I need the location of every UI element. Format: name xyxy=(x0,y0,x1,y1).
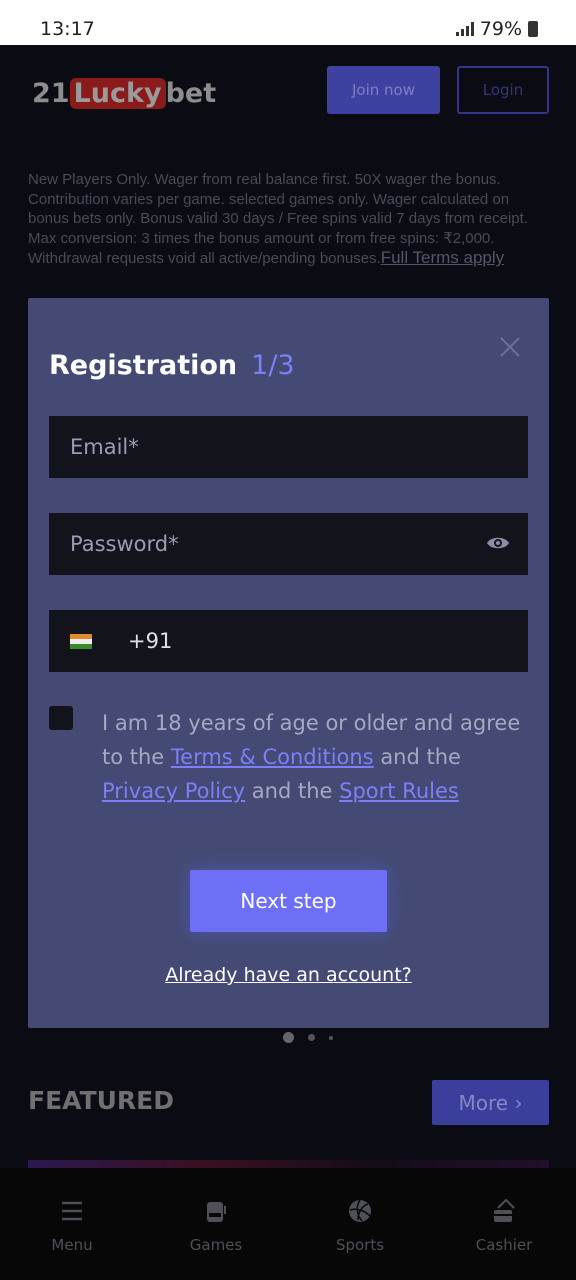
eye-icon[interactable] xyxy=(486,535,510,551)
age-checkbox[interactable] xyxy=(49,706,73,730)
terms-link[interactable]: Terms & Conditions xyxy=(171,745,374,769)
carousel-dots xyxy=(283,1032,333,1043)
volleyball-icon xyxy=(349,1199,371,1222)
nav-sports[interactable]: Sports xyxy=(288,1168,432,1280)
email-placeholder: Email* xyxy=(70,435,139,459)
battery-icon xyxy=(528,21,538,37)
logo[interactable]: 21 Lucky bet xyxy=(32,78,216,109)
full-terms-link[interactable]: Full Terms apply xyxy=(381,248,504,267)
menu-icon xyxy=(62,1201,82,1221)
next-step-button[interactable]: Next step xyxy=(190,870,387,932)
phone-field[interactable]: +91 xyxy=(49,610,528,672)
nav-label: Cashier xyxy=(475,1236,533,1254)
agree-text: I am 18 years of age or older and agree … xyxy=(102,706,532,808)
nav-menu[interactable]: Menu xyxy=(0,1168,144,1280)
sport-rules-link[interactable]: Sport Rules xyxy=(339,779,459,803)
nav-label: Menu xyxy=(51,1236,93,1254)
slot-machine-icon xyxy=(207,1202,226,1222)
email-field[interactable]: Email* xyxy=(49,416,528,478)
battery-level: 79% xyxy=(479,18,522,40)
join-now-button[interactable]: Join now xyxy=(327,66,440,114)
logo-part: 21 xyxy=(32,78,70,109)
status-time: 13:17 xyxy=(40,18,95,40)
bottom-nav: Menu Games Sports Cashier xyxy=(0,1168,576,1280)
modal-title: Registration 1/3 xyxy=(49,350,295,381)
phone-code: +91 xyxy=(128,629,173,653)
wallet-card-icon xyxy=(494,1198,515,1222)
status-bar: 13:17 79% xyxy=(0,0,576,45)
nav-games[interactable]: Games xyxy=(144,1168,288,1280)
agree-part: and the xyxy=(245,779,340,803)
india-flag-icon[interactable] xyxy=(70,633,92,649)
nav-label: Sports xyxy=(335,1236,385,1254)
featured-title: FEATURED xyxy=(28,1086,174,1115)
nav-cashier[interactable]: Cashier xyxy=(432,1168,576,1280)
already-account-link[interactable]: Already have an account? xyxy=(28,964,549,986)
login-button[interactable]: Login xyxy=(457,66,549,114)
more-button[interactable]: More › xyxy=(432,1080,549,1125)
nav-label: Games xyxy=(189,1236,243,1254)
privacy-link[interactable]: Privacy Policy xyxy=(102,779,245,803)
title-text: Registration xyxy=(49,350,238,381)
logo-part: Lucky xyxy=(69,78,166,109)
password-field[interactable]: Password* xyxy=(49,513,528,575)
close-icon[interactable] xyxy=(499,336,521,358)
logo-part: bet xyxy=(165,78,217,109)
password-placeholder: Password* xyxy=(70,532,179,556)
step-indicator: 1/3 xyxy=(251,350,295,381)
registration-modal: Registration 1/3 Email* Password* +91 I a… xyxy=(28,298,549,1028)
bonus-terms: New Players Only. Wager from real balanc… xyxy=(28,170,553,269)
signal-icon xyxy=(455,22,474,36)
agree-part: and the xyxy=(373,745,461,769)
